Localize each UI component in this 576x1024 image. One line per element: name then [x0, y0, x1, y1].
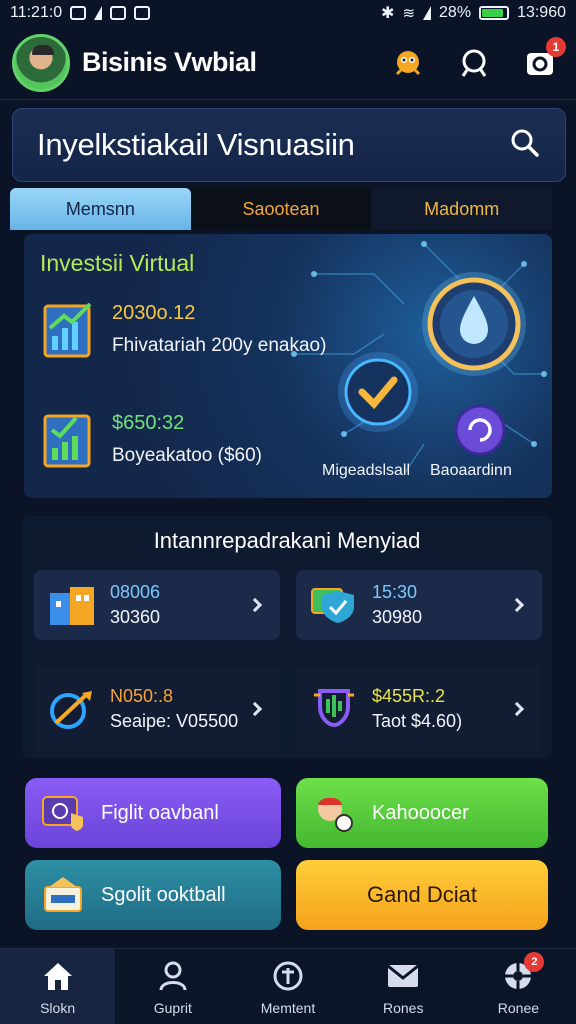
photo-icon — [134, 6, 151, 20]
mascot-icon[interactable] — [390, 45, 426, 81]
trophy-icon — [314, 689, 354, 728]
mail-icon — [385, 958, 421, 994]
wallet-icon — [44, 877, 82, 912]
virtual-label: Migeadslsall — [322, 462, 411, 479]
person-icon — [155, 958, 191, 994]
cell-signal-icon — [423, 6, 432, 20]
nav-label: Rones — [382, 999, 424, 1016]
nav-item-mail[interactable]: Rones — [346, 949, 461, 1024]
investment-item[interactable]: $650:32 Boyeakatoo ($60) — [42, 408, 262, 470]
target-arrow-icon — [50, 691, 92, 729]
checkmark-icon[interactable] — [336, 350, 420, 434]
green-action-label: Kahooocer — [372, 801, 469, 824]
orange-action-label: Gand Dciat — [366, 882, 478, 907]
shield-check-icon — [311, 588, 354, 623]
investment-desc: Fhivatariah 200y enakao) — [112, 334, 327, 356]
card-subvalue: Seaipe: V05500 — [110, 711, 239, 731]
tab-bar: Memsnn Saootean Madomm — [10, 188, 553, 230]
search-icon[interactable] — [509, 127, 541, 164]
report-chart-icon — [43, 414, 91, 468]
card-value: 08006 — [110, 582, 161, 602]
service-card[interactable]: 08006 30360 — [34, 570, 280, 640]
card-subvalue: 30360 — [110, 607, 161, 627]
ball-icon: 2 — [500, 951, 545, 994]
home-icon — [40, 958, 76, 994]
notifications-icon[interactable]: 1 — [522, 36, 566, 81]
status-clock: 13:960 — [517, 4, 566, 21]
tab-madomm[interactable]: Madomm — [371, 188, 553, 230]
compass-icon — [270, 958, 306, 994]
service-card[interactable]: 15:30 30980 — [296, 570, 542, 640]
nav-item-center[interactable]: Memtent — [230, 949, 345, 1024]
app-title: Bisinis Vwbial — [82, 47, 257, 77]
nav-item-profile[interactable]: Guprit — [115, 949, 230, 1024]
character-icon — [318, 797, 353, 832]
nav-label: Slokn — [40, 999, 76, 1016]
chevron-right-icon — [509, 701, 525, 717]
virtual-label: Baoaardinn — [430, 462, 512, 479]
tab-memsnn[interactable]: Memsnn — [10, 188, 191, 230]
notification-icon — [70, 6, 87, 20]
purple-action-label: Figlit oavbanl — [101, 801, 219, 824]
search-title: Inyelkstiakail Visnuasiin — [37, 127, 355, 162]
nav-badge: 2 — [524, 951, 545, 972]
investment-desc: Boyeakatoo ($60) — [112, 444, 262, 466]
signal-icon — [94, 6, 103, 20]
orange-action-button[interactable]: Gand Dciat — [296, 860, 548, 930]
card-value: N050:.8 — [110, 686, 174, 706]
dashboard-shield-icon — [42, 796, 83, 831]
chevron-right-icon — [247, 597, 263, 613]
card-subvalue: 30980 — [372, 607, 423, 627]
service-card[interactable]: $455R:.2 Taot $4.60) — [296, 666, 542, 752]
notification-badge: 1 — [546, 36, 566, 57]
service-card[interactable]: N050:.8 Seaipe: V05500 — [34, 666, 280, 752]
tab-saootean[interactable]: Saootean — [190, 188, 372, 230]
app-bar: Bisinis Vwbial 1 — [0, 26, 576, 100]
investment-amount: 2030o.12 — [112, 301, 196, 324]
water-drop-coin-icon[interactable] — [420, 270, 528, 378]
card-value: 15:30 — [372, 582, 418, 602]
chevron-right-icon — [247, 701, 263, 717]
section-title: Intannrepadrakani Menyiad — [153, 528, 421, 553]
nav-label: Memtent — [260, 999, 316, 1016]
nav-item-more[interactable]: 2 Ronee — [461, 949, 576, 1024]
app-notification-icon — [110, 6, 127, 20]
bottom-nav: Slokn Guprit Memtent Rones 2 Ronee — [0, 948, 576, 1024]
nav-item-home[interactable]: Slokn — [0, 949, 116, 1024]
search-icon[interactable] — [456, 45, 492, 81]
investment-title: Investsii Virtual — [40, 250, 195, 276]
nav-label: Guprit — [153, 999, 192, 1016]
battery-icon — [479, 6, 510, 20]
status-bar: 11:21:0 ✱ ≋ 28% 13:960 — [0, 0, 576, 26]
wifi-icon: ≋ — [402, 5, 416, 22]
battery-percent: 28% — [439, 4, 472, 21]
teal-action-label: Sgolit ooktball — [101, 883, 226, 906]
investment-amount: $650:32 — [112, 411, 185, 434]
chevron-right-icon — [509, 597, 525, 613]
investment-card: Investsii Virtual 2030o.12 Fhivatariah 2… — [24, 234, 552, 498]
purple-action-button[interactable]: Figlit oavbanl — [25, 778, 281, 848]
teal-action-button[interactable]: Sgolit ooktball — [25, 860, 281, 930]
search-header[interactable]: Inyelkstiakail Visnuasiin — [12, 108, 566, 182]
status-time: 11:21:0 — [10, 4, 63, 21]
green-action-button[interactable]: Kahooocer — [296, 778, 548, 848]
growth-chart-icon — [43, 302, 92, 358]
bluetooth-icon: ✱ — [381, 5, 395, 22]
nav-label: Ronee — [497, 999, 540, 1016]
refresh-coin-icon[interactable] — [454, 404, 506, 456]
card-subvalue: Taot $4.60) — [372, 711, 463, 731]
avatar[interactable] — [12, 33, 70, 92]
investment-item[interactable]: 2030o.12 Fhivatariah 200y enakao) — [42, 298, 326, 360]
buildings-icon — [50, 587, 94, 625]
card-value: $455R:.2 — [372, 686, 446, 706]
